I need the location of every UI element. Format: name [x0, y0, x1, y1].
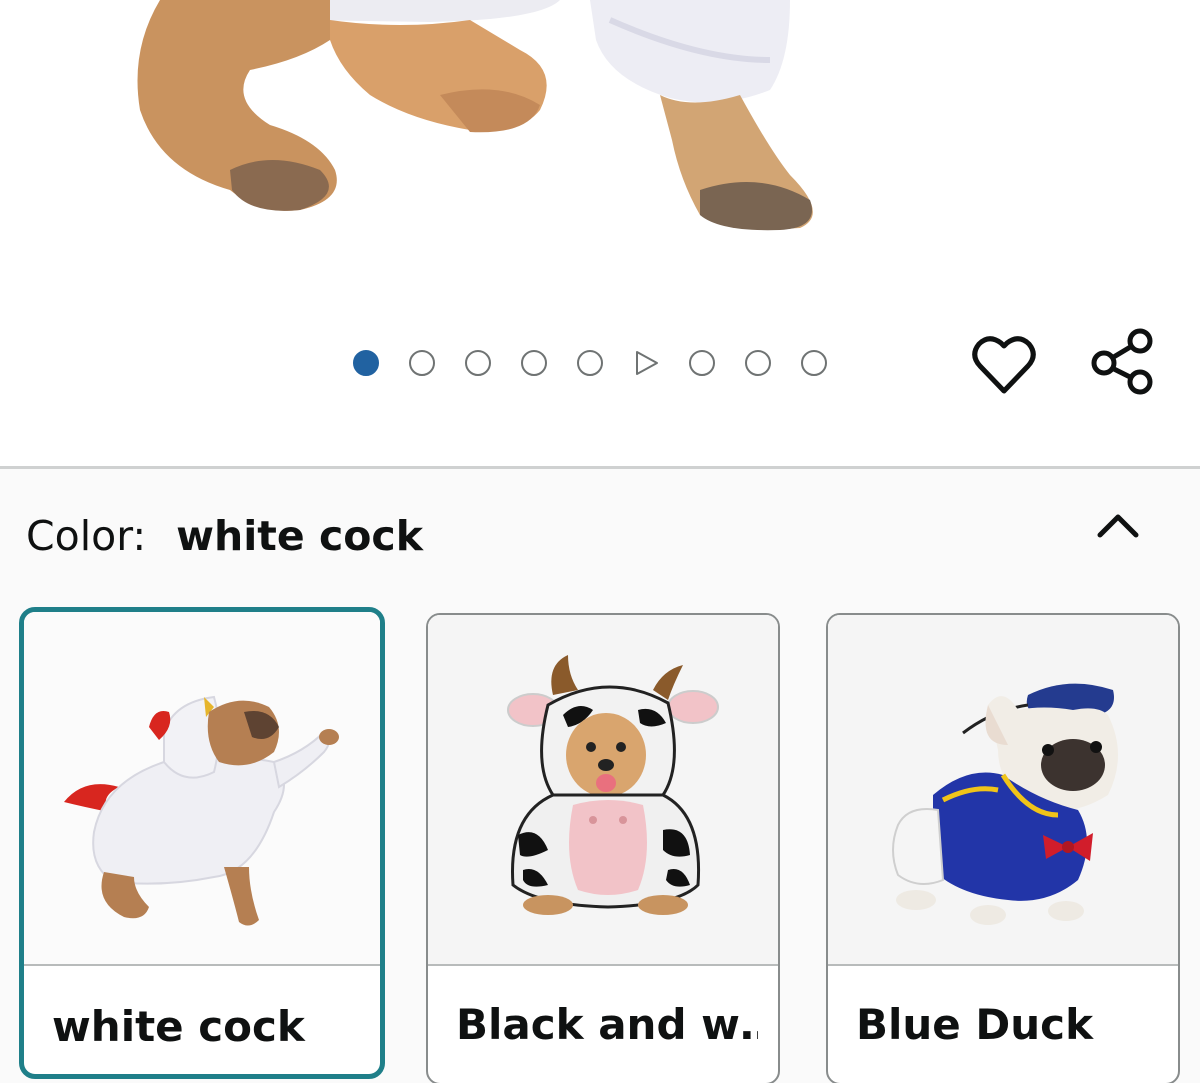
swatch-image	[24, 612, 380, 966]
heart-icon	[972, 336, 1036, 394]
carousel-dot-4[interactable]	[521, 350, 547, 376]
carousel-dot-2[interactable]	[409, 350, 435, 376]
swatch-label: white cock	[52, 1002, 305, 1051]
carousel-dot-3[interactable]	[465, 350, 491, 376]
carousel-video-dot[interactable]	[633, 350, 659, 376]
product-main-image[interactable]	[0, 0, 1200, 300]
swatch-image	[828, 615, 1178, 966]
carousel-dot-7[interactable]	[689, 350, 715, 376]
play-icon	[636, 351, 658, 375]
dog-chicken-costume-image	[24, 612, 380, 964]
color-variation-header: Color: white cock	[26, 512, 423, 560]
favorite-button[interactable]	[972, 335, 1036, 395]
selected-color-value: white cock	[176, 512, 423, 560]
carousel-dot-5[interactable]	[577, 350, 603, 376]
swatch-label: Blue Duck	[856, 1000, 1094, 1049]
color-label: Color:	[26, 512, 147, 560]
swatch-image	[428, 615, 778, 966]
chevron-up-icon	[1097, 514, 1139, 538]
carousel-dot-8[interactable]	[745, 350, 771, 376]
collapse-variations-button[interactable]	[1094, 505, 1142, 545]
color-swatch-white-cock[interactable]: white cock	[19, 607, 385, 1079]
dog-duck-sailor-costume-image	[828, 615, 1178, 964]
carousel-dot-9[interactable]	[801, 350, 827, 376]
carousel-dot-1[interactable]	[353, 350, 379, 376]
dog-cow-costume-image	[428, 615, 778, 964]
swatch-label: Black and w…	[456, 1000, 758, 1049]
image-carousel-dots	[353, 349, 827, 377]
color-swatch-blue-duck[interactable]: Blue Duck	[826, 613, 1180, 1083]
share-button[interactable]	[1090, 326, 1156, 396]
dog-costume-photo	[137, 0, 813, 231]
color-swatch-black-and-white[interactable]: Black and w…	[426, 613, 780, 1083]
share-icon	[1091, 328, 1153, 395]
